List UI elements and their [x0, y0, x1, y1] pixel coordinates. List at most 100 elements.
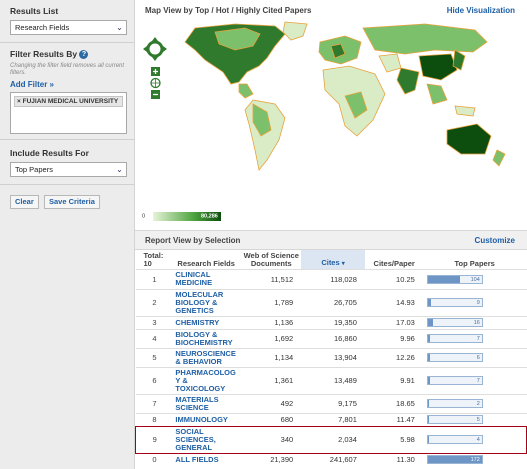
table-row: 4 BIOLOGY & BIOCHEMISTRY 1,692 16,860 9.96 7 — [135, 328, 527, 348]
top-papers-cell: 6 — [422, 347, 527, 367]
cites-cell: 26,705 — [301, 288, 365, 316]
globe-icon[interactable] — [150, 77, 161, 89]
top-papers-bar[interactable]: 7 — [426, 376, 483, 385]
cites-header[interactable]: Cites ▾ — [301, 250, 365, 269]
field-link[interactable]: MATERIALS SCIENCE — [173, 393, 242, 413]
top-papers-bar[interactable]: 104 — [426, 274, 483, 284]
field-link[interactable]: NEUROSCIENCE & BEHAVIOR — [173, 347, 242, 367]
field-link[interactable]: SOCIAL SCIENCES, GENERAL — [173, 425, 242, 454]
zoom-out-icon[interactable] — [151, 90, 160, 99]
cites-cell: 13,489 — [301, 366, 365, 394]
top-papers-bar-fill — [427, 436, 430, 443]
table-row: 6 PHARMACOLOG Y & TOXICOLOGY 1,361 13,489 9.… — [135, 366, 527, 394]
top-papers-value: 6 — [476, 355, 480, 361]
top-papers-bar[interactable]: 4 — [426, 435, 483, 444]
per-paper-cell: 11.30 — [364, 452, 423, 466]
top-papers-bar[interactable]: 172 — [426, 455, 483, 465]
top-papers-value: 16 — [473, 320, 480, 326]
sidebar-actions: Clear Save Criteria — [0, 185, 134, 219]
help-icon[interactable]: ? — [79, 50, 89, 60]
zoom-in-icon[interactable] — [151, 67, 160, 76]
rank-cell: 2 — [135, 288, 174, 316]
report-header: Report View by Selection Customize — [135, 230, 527, 250]
cites-cell: 2,034 — [301, 425, 365, 454]
report-title: Report View by Selection — [145, 236, 241, 245]
cites-cell: 9,175 — [301, 393, 365, 413]
remove-filter-icon[interactable]: × — [17, 98, 21, 105]
filter-chip: × FUJIAN MEDICAL UNIVERSITY — [14, 96, 123, 108]
top-papers-bar[interactable]: 7 — [426, 334, 483, 343]
table-row: 3 CHEMISTRY 1,136 19,350 17.03 16 — [135, 315, 527, 329]
field-link[interactable]: CLINICAL MEDICINE — [173, 268, 242, 289]
docs-header[interactable]: Web of Science Documents — [241, 250, 301, 269]
top-papers-bar-fill — [427, 377, 430, 384]
map-legend: 0 80,286 — [142, 212, 221, 221]
top-papers-cell: 172 — [422, 452, 527, 466]
field-link[interactable]: IMMUNOLOGY — [173, 412, 242, 426]
top-papers-bar[interactable]: 2 — [426, 399, 483, 408]
per-paper-cell: 11.47 — [364, 412, 423, 426]
country-shapes — [184, 21, 506, 171]
field-link[interactable]: PHARMACOLOG Y & TOXICOLOGY — [173, 366, 242, 394]
per-paper-cell: 10.25 — [364, 268, 423, 289]
top-papers-bar[interactable]: 9 — [426, 298, 483, 307]
results-list-select[interactable]: Research Fields ⌄ — [10, 20, 127, 35]
top-papers-value: 172 — [470, 457, 480, 464]
add-filter-link[interactable]: Add Filter » — [10, 80, 127, 89]
docs-cell: 1,134 — [241, 347, 302, 367]
per-paper-cell: 12.26 — [364, 347, 423, 367]
top-papers-bar[interactable]: 5 — [426, 415, 483, 424]
field-link[interactable]: ALL FIELDS — [173, 452, 242, 466]
per-paper-cell: 17.03 — [364, 315, 423, 329]
rank-cell: 9 — [135, 425, 174, 454]
top-papers-bar[interactable]: 6 — [426, 353, 483, 362]
top-papers-bar-fill — [427, 319, 433, 326]
pan-control-icon[interactable] — [143, 37, 167, 61]
table-row: 7 MATERIALS SCIENCE 492 9,175 18.65 2 — [135, 393, 527, 413]
rank-cell: 5 — [135, 347, 174, 367]
world-map[interactable]: 0 80,286 — [135, 20, 527, 228]
field-link[interactable]: CHEMISTRY — [173, 315, 242, 329]
per-paper-cell: 18.65 — [364, 393, 423, 413]
include-section: Include Results For Top Papers ⌄ — [0, 140, 134, 185]
customize-link[interactable]: Customize — [475, 236, 515, 245]
top-papers-cell: 4 — [422, 425, 527, 454]
legend-min: 0 — [142, 214, 145, 220]
filter-box: × FUJIAN MEDICAL UNIVERSITY — [10, 92, 127, 135]
rank-cell: 6 — [135, 366, 174, 394]
cites-cell: 19,350 — [301, 315, 365, 329]
clear-button[interactable]: Clear — [10, 195, 39, 209]
top-papers-value: 4 — [476, 437, 480, 443]
docs-cell: 1,136 — [241, 315, 302, 329]
save-criteria-button[interactable]: Save Criteria — [44, 195, 100, 209]
top-papers-cell: 7 — [422, 328, 527, 348]
top-papers-cell: 16 — [422, 315, 527, 329]
per-paper-header[interactable]: Cites/Paper — [365, 250, 423, 269]
field-link[interactable]: BIOLOGY & BIOCHEMISTRY — [173, 328, 242, 348]
docs-cell: 1,692 — [241, 328, 302, 348]
top-papers-header[interactable]: Top Papers — [423, 250, 527, 269]
legend-max: 80,286 — [201, 214, 218, 220]
docs-cell: 340 — [241, 425, 302, 454]
top-papers-value: 5 — [476, 417, 480, 423]
results-list-section: Results List Research Fields ⌄ — [0, 0, 134, 43]
top-papers-value: 7 — [476, 336, 480, 342]
top-papers-bar-fill — [427, 416, 430, 423]
rank-cell: 0 — [135, 452, 174, 466]
chevron-down-icon: ⌄ — [114, 164, 125, 175]
top-papers-bar-fill — [427, 335, 430, 342]
filter-section: Filter Results By ? Changing the filter … — [0, 43, 134, 140]
hide-visualization-link[interactable]: Hide Visualization — [447, 6, 515, 15]
cites-header-label: Cites — [321, 257, 340, 267]
include-select[interactable]: Top Papers ⌄ — [10, 162, 127, 177]
docs-cell: 1,361 — [241, 366, 302, 394]
field-link[interactable]: MOLECULAR BIOLOGY & GENETICS — [173, 288, 242, 316]
rank-cell: 3 — [135, 315, 174, 329]
top-papers-bar[interactable]: 16 — [426, 318, 483, 327]
rank-cell: 8 — [135, 412, 174, 426]
sort-desc-icon: ▾ — [341, 260, 345, 267]
filter-hint: Changing the filter field removes all cu… — [10, 63, 125, 77]
table-row: 2 MOLECULAR BIOLOGY & GENETICS 1,789 26,705… — [135, 288, 527, 316]
field-header[interactable]: Research Fields — [173, 250, 241, 269]
top-papers-value: 2 — [476, 401, 480, 407]
